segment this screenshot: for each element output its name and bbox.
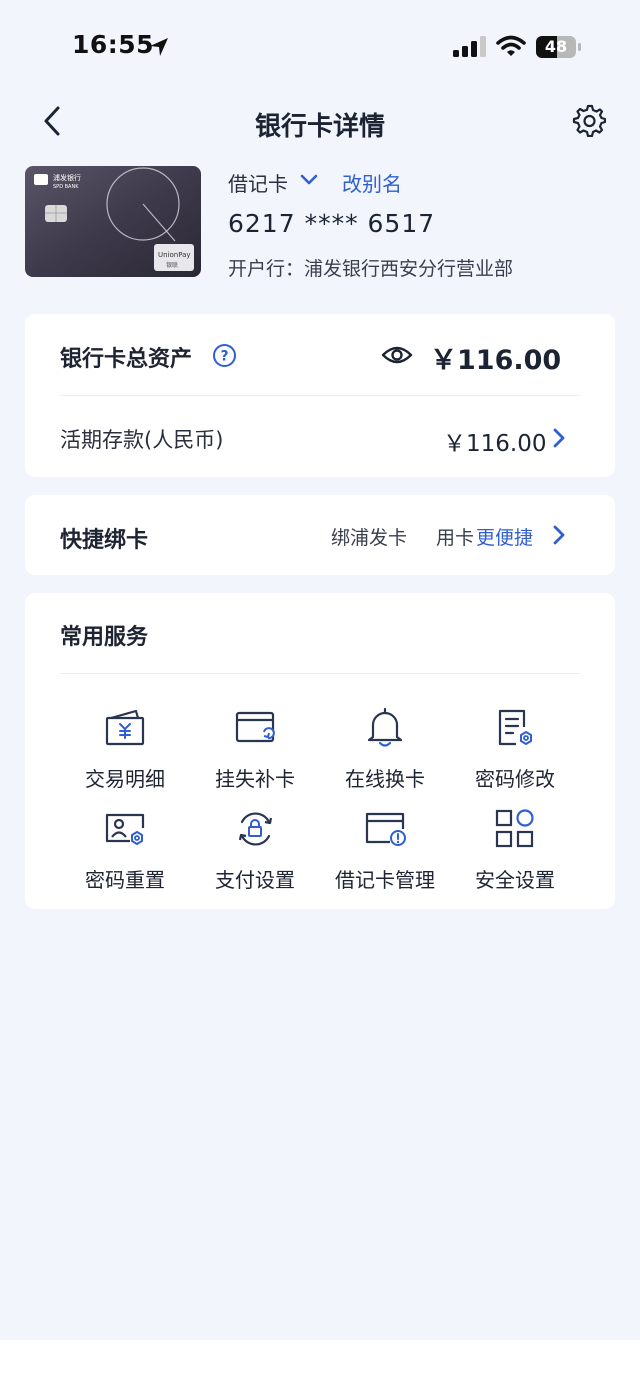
rename-link[interactable]: 改别名 — [342, 168, 402, 197]
service-change-password[interactable]: 密码修改 — [450, 707, 580, 797]
service-security-settings[interactable]: 安全设置 — [450, 808, 580, 898]
location-arrow-icon — [150, 38, 168, 56]
status-bar: 16:55 48 — [0, 0, 640, 90]
card-network-cn-text: 银联 — [166, 261, 178, 269]
chevron-right-icon[interactable] — [552, 427, 566, 449]
quick-bind-label: 快捷绑卡 — [60, 528, 149, 553]
status-time: 16:55 — [72, 30, 155, 59]
service-reset-password[interactable]: 密码重置 — [60, 808, 190, 898]
wifi-icon — [496, 35, 526, 56]
service-label: 密码重置 — [85, 868, 165, 892]
transaction-details-icon — [105, 709, 145, 746]
cellular-signal-icon — [453, 36, 486, 57]
service-label: 借记卡管理 — [335, 868, 435, 892]
nav-bar: 银行卡详情 — [0, 90, 640, 150]
bank-card-image: UnionPay 银联 浦发银行 SPD BANK — [25, 166, 201, 277]
change-password-icon — [498, 709, 532, 746]
gear-icon[interactable] — [572, 103, 606, 137]
service-report-loss[interactable]: 挂失补卡 — [190, 707, 320, 797]
service-transaction-details[interactable]: 交易明细 — [60, 707, 190, 797]
service-label: 支付设置 — [215, 868, 295, 892]
divider — [60, 673, 580, 674]
total-assets-value: ￥116.00 — [430, 345, 562, 376]
card-network-text: UnionPay — [158, 251, 191, 259]
bell-icon — [367, 707, 403, 747]
bind-hint-highlight: 更便捷 — [476, 527, 534, 549]
bottom-safe-area — [0, 1340, 640, 1391]
service-label: 安全设置 — [475, 868, 555, 892]
chevron-down-icon[interactable] — [298, 170, 320, 190]
quick-bind-panel[interactable]: 快捷绑卡 绑浦发卡 用卡 更便捷 — [25, 495, 615, 575]
demand-deposit-value[interactable]: ￥116.00 — [443, 424, 546, 458]
bind-hint-mid: 用卡 — [436, 527, 475, 549]
payment-settings-icon — [238, 812, 273, 846]
services-panel: 常用服务 交易明细 挂失补卡 在线换卡 密码修改 密码重置 支付设置 借记卡管理… — [25, 593, 615, 909]
services-title: 常用服务 — [60, 625, 149, 650]
reset-password-icon — [105, 813, 145, 845]
eye-icon[interactable] — [381, 343, 413, 367]
issuing-bank: 开户行：浦发银行西安分行营业部 — [228, 258, 514, 280]
svg-text:?: ? — [220, 349, 228, 365]
security-settings-icon — [495, 809, 534, 848]
battery-level: 48 — [544, 37, 568, 56]
service-label: 挂失补卡 — [215, 767, 295, 791]
card-type-label[interactable]: 借记卡 — [228, 168, 288, 197]
service-debit-card-management[interactable]: 借记卡管理 — [320, 808, 450, 898]
bind-hint-prefix: 绑浦发卡 — [331, 527, 408, 549]
debit-card-management-icon — [365, 812, 406, 846]
service-label: 在线换卡 — [345, 767, 425, 791]
report-loss-icon — [235, 711, 275, 743]
service-online-card-replace[interactable]: 在线换卡 — [320, 707, 450, 797]
divider — [60, 395, 580, 396]
page-title: 银行卡详情 — [254, 112, 385, 142]
help-icon[interactable]: ? — [212, 343, 237, 368]
card-logo-cn-text: 浦发银行 — [53, 173, 81, 182]
card-number: 6217 **** 6517 — [228, 209, 436, 238]
service-payment-settings[interactable]: 支付设置 — [190, 808, 320, 898]
service-label: 密码修改 — [475, 767, 555, 791]
chevron-right-icon[interactable] — [552, 524, 566, 546]
card-logo-en-text: SPD BANK — [53, 184, 79, 190]
demand-deposit-label[interactable]: 活期存款(人民币) — [60, 424, 223, 454]
total-assets-label: 银行卡总资产 — [60, 347, 193, 372]
service-label: 交易明细 — [85, 767, 165, 791]
assets-panel: 银行卡总资产 ? ￥116.00 活期存款(人民币) ￥116.00 — [25, 314, 615, 477]
